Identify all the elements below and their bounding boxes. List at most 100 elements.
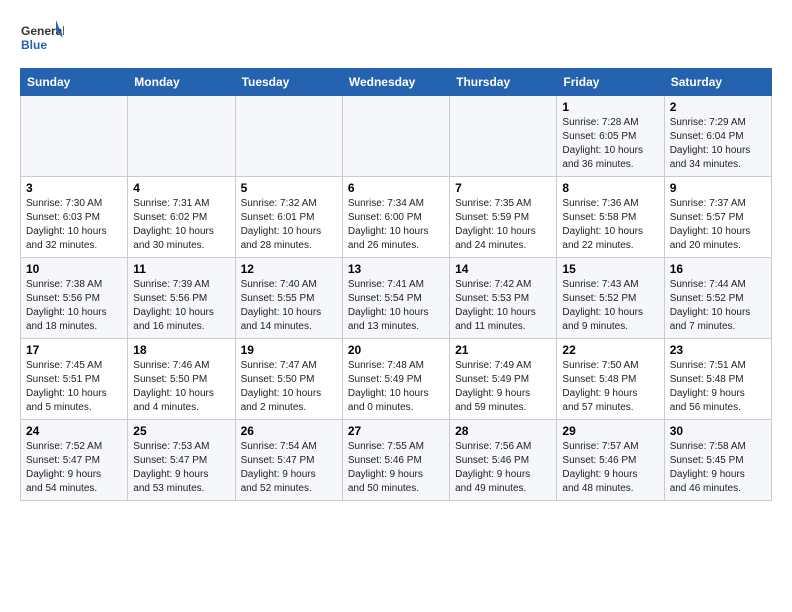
day-info: Sunrise: 7:53 AM Sunset: 5:47 PM Dayligh… (133, 440, 229, 496)
day-number: 1 (562, 100, 658, 114)
week-row-1: 1 Sunrise: 7:28 AM Sunset: 6:05 PM Daylig… (21, 96, 772, 177)
weekday-header-row: SundayMondayTuesdayWednesdayThursdayFrid… (21, 69, 772, 96)
calendar-cell: 20Sunrise: 7:48 AM Sunset: 5:49 PM Dayli… (342, 339, 449, 420)
calendar-cell: 10 Sunrise: 7:38 AM Sunset: 5:56 PM Dayli… (21, 258, 128, 339)
calendar-cell: 9 Sunrise: 7:37 AM Sunset: 5:57 PM Daylig… (664, 177, 771, 258)
day-info: Sunrise: 7:32 AM Sunset: 6:01 PM Dayligh… (241, 197, 337, 253)
calendar-cell (450, 96, 557, 177)
week-row-3: 10 Sunrise: 7:38 AM Sunset: 5:56 PM Dayli… (21, 258, 772, 339)
calendar-table: SundayMondayTuesdayWednesdayThursdayFrid… (20, 68, 772, 501)
day-info: Sunrise: 7:54 AM Sunset: 5:47 PM Dayligh… (241, 440, 337, 496)
day-info: Sunrise: 7:37 AM Sunset: 5:57 PM Dayligh… (670, 197, 766, 253)
calendar-cell: 26 Sunrise: 7:54 AM Sunset: 5:47 PM Dayli… (235, 420, 342, 501)
day-number: 28 (455, 424, 551, 438)
day-number: 29 (562, 424, 658, 438)
calendar-cell (235, 96, 342, 177)
logo: General Blue (20, 16, 64, 60)
day-number: 8 (562, 181, 658, 195)
calendar-cell: 14 Sunrise: 7:42 AM Sunset: 5:53 PM Dayli… (450, 258, 557, 339)
day-number: 5 (241, 181, 337, 195)
calendar-cell (21, 96, 128, 177)
day-number: 21 (455, 343, 551, 357)
day-info: Sunrise: 7:47 AM Sunset: 5:50 PM Dayligh… (241, 359, 337, 415)
day-number: 19 (241, 343, 337, 357)
page: General Blue SundayMondayTuesdayWednesda… (0, 0, 792, 521)
day-info: Sunrise: 7:43 AM Sunset: 5:52 PM Dayligh… (562, 278, 658, 334)
day-number: 30 (670, 424, 766, 438)
day-info: Sunrise: 7:52 AM Sunset: 5:47 PM Dayligh… (26, 440, 122, 496)
weekday-header-monday: Monday (128, 69, 235, 96)
calendar-cell: 24Sunrise: 7:52 AM Sunset: 5:47 PM Dayli… (21, 420, 128, 501)
day-info: Sunrise: 7:45 AM Sunset: 5:51 PM Dayligh… (26, 359, 122, 415)
weekday-header-sunday: Sunday (21, 69, 128, 96)
calendar-cell: 18 Sunrise: 7:46 AM Sunset: 5:50 PM Dayli… (128, 339, 235, 420)
day-number: 4 (133, 181, 229, 195)
day-info: Sunrise: 7:56 AM Sunset: 5:46 PM Dayligh… (455, 440, 551, 496)
day-info: Sunrise: 7:51 AM Sunset: 5:48 PM Dayligh… (670, 359, 766, 415)
calendar-cell: 25 Sunrise: 7:53 AM Sunset: 5:47 PM Dayli… (128, 420, 235, 501)
day-number: 3 (26, 181, 122, 195)
calendar-cell: 30Sunrise: 7:58 AM Sunset: 5:45 PM Dayli… (664, 420, 771, 501)
calendar-cell: 3 Sunrise: 7:30 AM Sunset: 6:03 PM Daylig… (21, 177, 128, 258)
day-number: 2 (670, 100, 766, 114)
day-info: Sunrise: 7:38 AM Sunset: 5:56 PM Dayligh… (26, 278, 122, 334)
calendar-cell: 17 Sunrise: 7:45 AM Sunset: 5:51 PM Dayli… (21, 339, 128, 420)
day-number: 16 (670, 262, 766, 276)
calendar-cell: 5 Sunrise: 7:32 AM Sunset: 6:01 PM Daylig… (235, 177, 342, 258)
calendar-cell: 8Sunrise: 7:36 AM Sunset: 5:58 PM Daylig… (557, 177, 664, 258)
day-info: Sunrise: 7:44 AM Sunset: 5:52 PM Dayligh… (670, 278, 766, 334)
day-info: Sunrise: 7:31 AM Sunset: 6:02 PM Dayligh… (133, 197, 229, 253)
calendar-cell: 19 Sunrise: 7:47 AM Sunset: 5:50 PM Dayli… (235, 339, 342, 420)
day-number: 14 (455, 262, 551, 276)
logo-svg: General Blue (20, 16, 64, 60)
day-info: Sunrise: 7:42 AM Sunset: 5:53 PM Dayligh… (455, 278, 551, 334)
day-number: 10 (26, 262, 122, 276)
day-number: 22 (562, 343, 658, 357)
day-number: 11 (133, 262, 229, 276)
weekday-header-thursday: Thursday (450, 69, 557, 96)
day-number: 23 (670, 343, 766, 357)
day-number: 18 (133, 343, 229, 357)
day-info: Sunrise: 7:28 AM Sunset: 6:05 PM Dayligh… (562, 116, 658, 172)
day-number: 25 (133, 424, 229, 438)
day-info: Sunrise: 7:41 AM Sunset: 5:54 PM Dayligh… (348, 278, 444, 334)
calendar-cell: 22Sunrise: 7:50 AM Sunset: 5:48 PM Dayli… (557, 339, 664, 420)
calendar-cell: 23 Sunrise: 7:51 AM Sunset: 5:48 PM Dayli… (664, 339, 771, 420)
day-info: Sunrise: 7:40 AM Sunset: 5:55 PM Dayligh… (241, 278, 337, 334)
day-number: 6 (348, 181, 444, 195)
calendar-cell: 4 Sunrise: 7:31 AM Sunset: 6:02 PM Daylig… (128, 177, 235, 258)
calendar-cell: 6 Sunrise: 7:34 AM Sunset: 6:00 PM Daylig… (342, 177, 449, 258)
calendar-cell: 2 Sunrise: 7:29 AM Sunset: 6:04 PM Daylig… (664, 96, 771, 177)
day-number: 26 (241, 424, 337, 438)
weekday-header-wednesday: Wednesday (342, 69, 449, 96)
calendar-body: 1 Sunrise: 7:28 AM Sunset: 6:05 PM Daylig… (21, 96, 772, 501)
day-number: 9 (670, 181, 766, 195)
calendar-cell: 16 Sunrise: 7:44 AM Sunset: 5:52 PM Dayli… (664, 258, 771, 339)
calendar-cell: 27 Sunrise: 7:55 AM Sunset: 5:46 PM Dayli… (342, 420, 449, 501)
day-number: 7 (455, 181, 551, 195)
calendar-cell: 28 Sunrise: 7:56 AM Sunset: 5:46 PM Dayli… (450, 420, 557, 501)
calendar-cell: 12 Sunrise: 7:40 AM Sunset: 5:55 PM Dayli… (235, 258, 342, 339)
calendar-cell: 13 Sunrise: 7:41 AM Sunset: 5:54 PM Dayli… (342, 258, 449, 339)
day-info: Sunrise: 7:30 AM Sunset: 6:03 PM Dayligh… (26, 197, 122, 253)
day-info: Sunrise: 7:34 AM Sunset: 6:00 PM Dayligh… (348, 197, 444, 253)
day-number: 17 (26, 343, 122, 357)
day-info: Sunrise: 7:55 AM Sunset: 5:46 PM Dayligh… (348, 440, 444, 496)
day-number: 27 (348, 424, 444, 438)
week-row-4: 17 Sunrise: 7:45 AM Sunset: 5:51 PM Dayli… (21, 339, 772, 420)
day-info: Sunrise: 7:46 AM Sunset: 5:50 PM Dayligh… (133, 359, 229, 415)
day-info: Sunrise: 7:29 AM Sunset: 6:04 PM Dayligh… (670, 116, 766, 172)
weekday-header-friday: Friday (557, 69, 664, 96)
svg-text:Blue: Blue (21, 38, 47, 52)
day-number: 20 (348, 343, 444, 357)
calendar-cell (342, 96, 449, 177)
calendar-cell: 21Sunrise: 7:49 AM Sunset: 5:49 PM Dayli… (450, 339, 557, 420)
day-number: 15 (562, 262, 658, 276)
calendar-cell: 7Sunrise: 7:35 AM Sunset: 5:59 PM Daylig… (450, 177, 557, 258)
calendar-cell: 29Sunrise: 7:57 AM Sunset: 5:46 PM Dayli… (557, 420, 664, 501)
calendar-cell: 11 Sunrise: 7:39 AM Sunset: 5:56 PM Dayli… (128, 258, 235, 339)
calendar-header: SundayMondayTuesdayWednesdayThursdayFrid… (21, 69, 772, 96)
day-number: 12 (241, 262, 337, 276)
day-info: Sunrise: 7:39 AM Sunset: 5:56 PM Dayligh… (133, 278, 229, 334)
day-number: 13 (348, 262, 444, 276)
